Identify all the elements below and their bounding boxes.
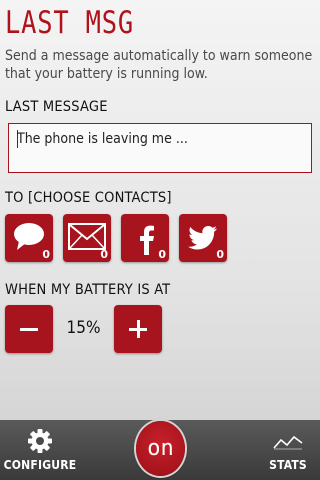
speech-bubble-icon bbox=[14, 223, 44, 250]
minus-icon bbox=[20, 328, 38, 331]
facebook-icon bbox=[140, 225, 154, 255]
service-on-toggle[interactable]: on bbox=[136, 421, 185, 476]
stats-chart-icon bbox=[273, 435, 303, 450]
app-title: LAST MSG bbox=[5, 5, 134, 41]
twitter-contacts-count: 0 bbox=[216, 248, 224, 261]
configure-label: CONFIGURE bbox=[3, 458, 77, 472]
email-contacts-button[interactable]: 0 bbox=[63, 214, 111, 262]
choose-contacts-label: TO [CHOOSE CONTACTS] bbox=[5, 190, 172, 206]
last-message-input[interactable]: The phone is leaving me ... bbox=[8, 123, 312, 173]
twitter-bird-icon bbox=[188, 226, 217, 250]
decrease-battery-button[interactable] bbox=[5, 305, 53, 353]
gear-icon bbox=[28, 429, 52, 453]
stats-button[interactable]: STATS bbox=[256, 420, 320, 480]
facebook-contacts-button[interactable]: 0 bbox=[121, 214, 169, 262]
last-message-text: The phone is leaving me ... bbox=[17, 131, 188, 147]
configure-button[interactable]: CONFIGURE bbox=[0, 420, 80, 480]
app-description: Send a message automatically to warn som… bbox=[5, 48, 313, 82]
sms-contacts-count: 0 bbox=[42, 248, 50, 261]
envelope-icon bbox=[68, 223, 106, 250]
last-message-label: LAST MESSAGE bbox=[5, 99, 108, 115]
facebook-contacts-count: 0 bbox=[158, 248, 166, 261]
email-contacts-count: 0 bbox=[100, 248, 108, 261]
twitter-contacts-button[interactable]: 0 bbox=[179, 214, 227, 262]
sms-contacts-button[interactable]: 0 bbox=[5, 214, 53, 262]
battery-threshold-value: 15% bbox=[66, 318, 101, 338]
increase-battery-button[interactable] bbox=[114, 305, 162, 353]
battery-threshold-label: WHEN MY BATTERY IS AT bbox=[5, 282, 171, 298]
stats-label: STATS bbox=[269, 458, 307, 472]
